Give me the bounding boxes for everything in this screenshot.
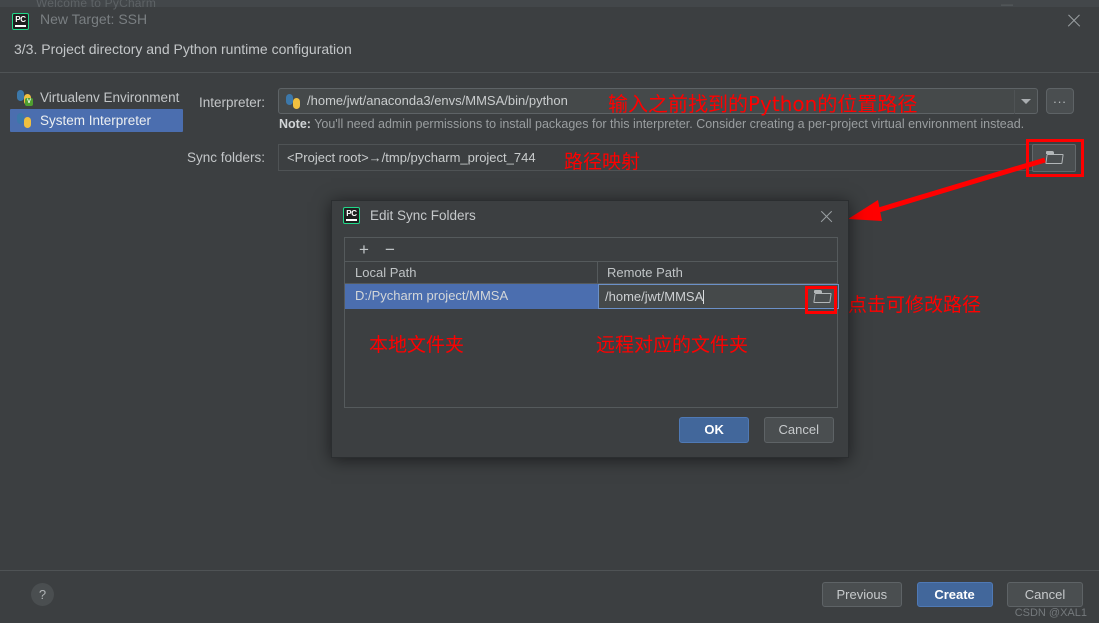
pycharm-logo-text: PC — [15, 15, 26, 24]
folder-icon — [1045, 151, 1064, 164]
window-title: New Target: SSH — [40, 11, 148, 27]
pycharm-logo-bar — [15, 25, 26, 27]
annotation-interpreter-path: 输入之前找到的Python的位置路径 — [608, 92, 918, 116]
sync-folders-label: Sync folders: — [186, 150, 265, 165]
sync-folders-value: <Project root>→/tmp/pycharm_project_744 — [287, 150, 536, 165]
note-text: You'll need admin permissions to install… — [310, 117, 1025, 131]
column-divider — [597, 262, 598, 284]
sync-folders-table: + − Local Path Remote Path D:/Pycharm pr… — [344, 237, 839, 408]
pycharm-logo-icon: PC — [12, 13, 29, 30]
interpreter-note: Note: You'll need admin permissions to i… — [279, 117, 1024, 131]
note-prefix: Note: — [279, 117, 311, 131]
create-button[interactable]: Create — [916, 582, 993, 607]
python-venv-icon: V — [17, 90, 33, 106]
dialog-title: Edit Sync Folders — [370, 208, 476, 223]
pycharm-logo-icon: PC — [343, 207, 360, 224]
sidebar-item-system-interpreter[interactable]: System Interpreter — [10, 109, 183, 132]
edit-sync-folders-dialog: PC Edit Sync Folders + − Local Path Remo… — [331, 200, 849, 458]
table-header: Local Path Remote Path — [345, 262, 837, 284]
header-divider — [0, 72, 1099, 73]
annotation-click-to-edit: 点击可修改路径 — [848, 294, 982, 316]
column-header-local-path: Local Path — [355, 265, 417, 280]
cancel-button[interactable]: Cancel — [763, 417, 834, 443]
footer-divider — [0, 570, 1099, 571]
cell-remote-path-editor[interactable]: /home/jwt/MMSA — [598, 284, 839, 309]
remove-row-button[interactable]: − — [381, 241, 399, 259]
python-icon — [17, 113, 32, 128]
column-header-remote-path: Remote Path — [607, 265, 683, 280]
dialog-buttons: OK Cancel — [669, 417, 834, 443]
sync-folders-field[interactable]: <Project root>→/tmp/pycharm_project_744 — [278, 144, 1038, 171]
remote-path-browse-button[interactable] — [807, 286, 837, 307]
dialog-titlebar: PC Edit Sync Folders — [332, 201, 848, 231]
previous-button[interactable]: Previous — [821, 582, 903, 607]
table-row[interactable]: D:/Pycharm project/MMSA /home/jwt/MMSA — [345, 284, 839, 309]
footer-buttons: Previous Create Cancel — [812, 582, 1083, 607]
close-icon[interactable] — [819, 209, 834, 224]
cancel-button[interactable]: Cancel — [1007, 582, 1083, 607]
ok-button[interactable]: OK — [679, 417, 750, 443]
close-icon[interactable] — [1065, 12, 1083, 30]
add-row-button[interactable]: + — [355, 241, 373, 259]
pycharm-logo-text: PC — [346, 209, 357, 218]
remote-path-input-value: /home/jwt/MMSA — [605, 289, 704, 304]
python-icon — [286, 94, 301, 109]
combobox-separator — [1014, 90, 1015, 114]
sync-folders-browse-button[interactable] — [1032, 144, 1076, 172]
annotation-remote-folder: 远程对应的文件夹 — [596, 334, 749, 356]
interpreter-value: /home/jwt/anaconda3/envs/MMSA/bin/python — [307, 93, 568, 108]
sidebar-item-label: System Interpreter — [40, 113, 152, 128]
folder-icon — [813, 289, 832, 303]
chevron-down-icon[interactable] — [1021, 99, 1031, 104]
table-toolbar: + − — [345, 238, 837, 262]
page-title: 3/3. Project directory and Python runtim… — [14, 41, 352, 57]
cell-local-path[interactable]: D:/Pycharm project/MMSA — [345, 284, 597, 309]
help-button[interactable]: ? — [31, 583, 54, 606]
background-window-strip: Welcome to PyCharm — — [0, 0, 1099, 11]
window-titlebar: PC New Target: SSH — [0, 7, 1099, 34]
text-caret — [703, 290, 704, 304]
watermark: CSDN @XAL1 — [1014, 607, 1087, 619]
annotation-local-folder: 本地文件夹 — [369, 334, 465, 356]
pycharm-new-target-ssh-window: Welcome to PyCharm — PC New Target: SSH … — [0, 0, 1099, 623]
interpreter-label: Interpreter: — [198, 95, 265, 110]
annotation-path-mapping: 路径映射 — [564, 151, 641, 173]
interpreter-browse-button[interactable]: ... — [1046, 88, 1074, 114]
